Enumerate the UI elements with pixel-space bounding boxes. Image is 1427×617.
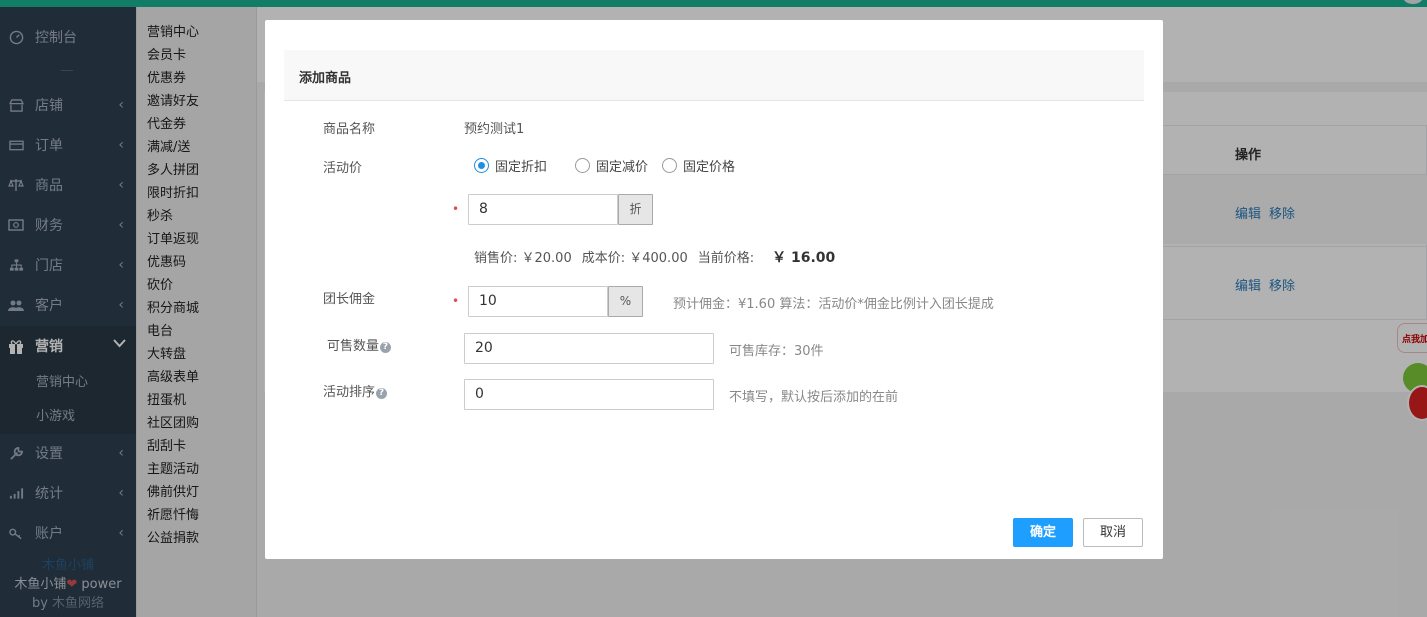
radio-unchecked-icon <box>575 158 590 173</box>
sort-input[interactable]: 0 <box>464 379 714 410</box>
qty-hint: 可售库存：30件 <box>729 344 824 359</box>
cancel-button[interactable]: 取消 <box>1083 518 1143 547</box>
discount-unit-addon: 折 <box>618 194 653 225</box>
sort-hint: 不填写，默认按后添加的在前 <box>729 390 899 405</box>
radio-fixed-price[interactable]: 固定价格 <box>662 156 735 175</box>
help-icon[interactable]: ? <box>376 388 388 399</box>
required-mark: • <box>452 294 460 308</box>
qty-label: 可售数量? <box>327 335 392 354</box>
qty-label-text: 可售数量 <box>327 339 380 354</box>
sale-price: 销售价: ￥20.00 <box>474 251 572 266</box>
cost-price: 成本价: ￥400.00 <box>581 251 688 266</box>
product-name-value: 预约测试1 <box>464 122 525 137</box>
sort-label: 活动排序? <box>323 381 388 400</box>
radio-unchecked-icon <box>662 158 677 173</box>
add-product-dialog: 添加商品 商品名称 预约测试1 活动价 固定折扣 固定减价 固定价格 • 8 折… <box>265 20 1163 559</box>
current-price-value: ￥ 16.00 <box>772 250 836 266</box>
radio-label: 固定减价 <box>596 160 649 175</box>
current-price-label: 当前价格: <box>697 251 755 266</box>
required-mark: • <box>452 202 460 216</box>
radio-label: 固定价格 <box>683 160 736 175</box>
confirm-button[interactable]: 确定 <box>1013 518 1073 547</box>
sort-label-text: 活动排序 <box>323 385 376 400</box>
commission-label: 团长佣金 <box>323 292 376 307</box>
commission-input[interactable]: 10 <box>468 286 608 317</box>
commission-hint: 预计佣金：¥1.60 算法：活动价*佣金比例计入团长提成 <box>673 297 994 312</box>
discount-input[interactable]: 8 <box>468 194 618 225</box>
radio-checked-icon <box>474 158 489 173</box>
radio-label: 固定折扣 <box>495 160 548 175</box>
help-icon[interactable]: ? <box>380 342 392 353</box>
radio-fixed-discount[interactable]: 固定折扣 <box>474 156 547 175</box>
activity-price-label: 活动价 <box>323 161 363 176</box>
dialog-header: 添加商品 <box>284 50 1144 101</box>
radio-fixed-reduction[interactable]: 固定减价 <box>575 156 648 175</box>
qty-input[interactable]: 20 <box>464 333 714 364</box>
percent-unit-addon: % <box>608 286 643 317</box>
dialog-title: 添加商品 <box>299 71 352 86</box>
price-info: 销售价: ￥20.00 成本价: ￥400.00 当前价格: ￥ 16.00 <box>474 247 845 267</box>
product-name-label: 商品名称 <box>323 122 376 137</box>
